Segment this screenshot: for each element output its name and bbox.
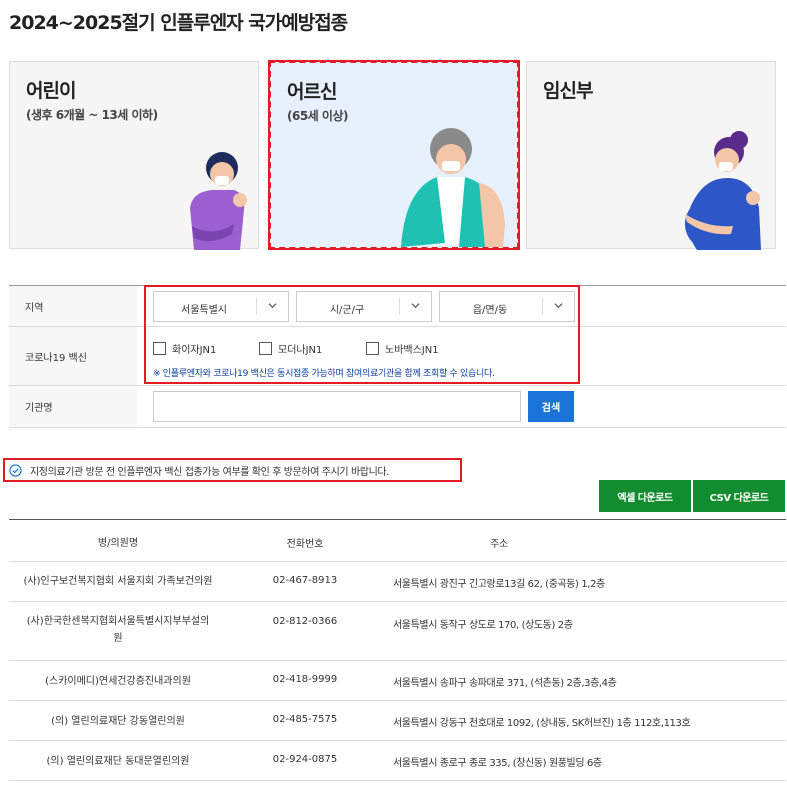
excel-download-button[interactable]: 엑셀 다운로드 [599, 480, 691, 512]
card-subtitle: (65세 이상) [287, 109, 348, 123]
cell-name: (사)인구보건복지협회 서울지회 가족보건의원 [23, 576, 213, 587]
pregnant-vaccination-illustration [685, 131, 761, 250]
table-header: 병/의원명 전화번호 주소 [9, 520, 786, 562]
cell-address: 서울특별시 송파구 송파대로 371, (석촌동) 2층,3층,4층 [393, 678, 617, 689]
org-name-input[interactable] [153, 391, 521, 422]
header-address: 주소 [490, 539, 508, 550]
cell-phone: 02-812-0366 [272, 616, 338, 627]
cell-name: (스카이메디)연세건강증진내과의원 [45, 676, 191, 687]
card-title: 임신부 [543, 80, 593, 102]
cell-name: (사)한국한센복지협회서울특별시지부부설의원 [26, 616, 210, 644]
card-subtitle: (생후 6개월 ~ 13세 이하) [26, 108, 158, 122]
notice-text: 지정의료기관 방문 전 인플루엔자 백신 접종가능 여부를 확인 후 방문하여 … [30, 466, 389, 478]
table-row[interactable]: (사)한국한센복지협회서울특별시지부부설의원 02-812-0366 서울특별시… [9, 602, 786, 661]
senior-vaccination-illustration [401, 128, 505, 247]
csv-download-button[interactable]: CSV 다운로드 [693, 480, 785, 512]
header-name: 병/의원명 [97, 538, 139, 549]
cell-name: (의) 열린의료재단 강동열린의원 [51, 716, 185, 727]
category-card-child[interactable]: 어린이 (생후 6개월 ~ 13세 이하) [9, 61, 259, 250]
table-row[interactable]: (스카이메디)연세건강증진내과의원 02-418-9999 서울특별시 송파구 … [9, 661, 786, 701]
card-title: 어린이 [26, 80, 76, 102]
vaccine-label: 코로나19 백신 [9, 327, 137, 385]
cell-address: 서울특별시 광진구 긴고랑로13길 62, (중곡동) 1,2층 [393, 579, 605, 590]
child-vaccination-illustration [190, 152, 247, 250]
table-row[interactable]: (의) 열린의료재단 동대문열린의원 02-924-0875 서울특별시 종로구… [9, 741, 786, 781]
cell-address: 서울특별시 강동구 천호대로 1092, (상내동, SK허브진) 1층 112… [393, 718, 691, 729]
check-circle-icon [9, 463, 22, 477]
highlight-box [144, 285, 580, 384]
category-card-senior[interactable]: 어르신 (65세 이상) [268, 60, 520, 250]
cell-name: (의) 열린의료재단 동대문열린의원 [46, 756, 190, 767]
cell-phone: 02-924-0875 [272, 754, 338, 765]
table-row[interactable]: (의) 열린의료재단 강동열린의원 02-485-7575 서울특별시 강동구 … [9, 701, 786, 741]
table-row[interactable]: (사)인구보건복지협회 서울지회 가족보건의원 02-467-8913 서울특별… [9, 562, 786, 602]
cell-address: 서울특별시 종로구 종로 335, (창신동) 원풍빌딩 6층 [393, 758, 602, 769]
category-card-pregnant[interactable]: 임신부 [526, 61, 776, 250]
cell-phone: 02-467-8913 [272, 575, 338, 586]
search-button[interactable]: 검색 [528, 391, 574, 422]
result-table: 병/의원명 전화번호 주소 (사)인구보건복지협회 서울지회 가족보건의원 02… [9, 519, 786, 781]
card-title: 어르신 [287, 81, 337, 103]
cell-address: 서울특별시 동작구 상도로 170, (상도동) 2층 [393, 620, 573, 631]
notice-banner: 지정의료기관 방문 전 인플루엔자 백신 접종가능 여부를 확인 후 방문하여 … [3, 458, 462, 482]
org-row: 기관명 검색 [9, 386, 786, 428]
page-title: 2024~2025절기 인플루엔자 국가예방접종 [9, 12, 348, 34]
cell-phone: 02-418-9999 [272, 674, 338, 685]
region-label: 지역 [9, 286, 137, 326]
header-phone: 전화번호 [286, 539, 324, 550]
cell-phone: 02-485-7575 [272, 714, 338, 725]
org-label: 기관명 [9, 386, 137, 427]
